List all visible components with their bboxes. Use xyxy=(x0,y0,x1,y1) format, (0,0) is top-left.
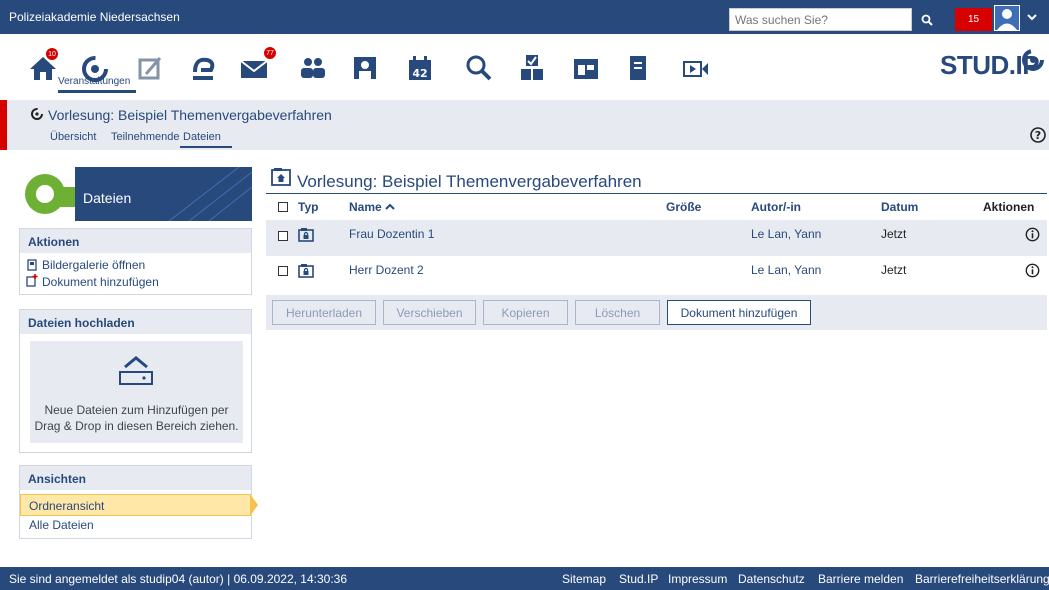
row-name[interactable]: Frau Dozentin 1 xyxy=(349,227,434,241)
footer-link-studip[interactable]: Stud.IP xyxy=(619,572,658,586)
add-document-link[interactable]: Dokument hinzufügen xyxy=(42,275,159,289)
active-view-arrow xyxy=(250,494,258,516)
table-top-border xyxy=(266,193,1047,194)
svg-text:?: ? xyxy=(1035,129,1041,142)
footer-link-sitemap[interactable]: Sitemap xyxy=(562,572,606,586)
folder-home-icon xyxy=(271,168,291,186)
upload-text-line-2: Drag & Drop in diesen Bereich ziehen. xyxy=(34,419,239,433)
row-checkbox[interactable] xyxy=(278,231,288,241)
sidebar-header-graphic xyxy=(19,167,252,221)
folder-title: Vorlesung: Beispiel Themenvergabeverfahr… xyxy=(297,172,642,191)
add-document-button[interactable]: Dokument hinzufügen xyxy=(667,300,811,325)
upload-text-line-1: Neue Dateien zum Hinzufügen per xyxy=(44,403,229,417)
sidebar-title: Dateien xyxy=(83,190,132,206)
select-all-checkbox[interactable] xyxy=(278,202,288,212)
move-button[interactable]: Verschieben xyxy=(383,300,476,325)
col-actions: Aktionen xyxy=(983,200,1035,214)
people-icon[interactable] xyxy=(297,52,329,84)
col-name[interactable]: Name xyxy=(349,200,382,214)
tab-files[interactable]: Dateien xyxy=(183,131,221,143)
row-author[interactable]: Le Lan, Yann xyxy=(751,263,821,277)
footer-link-impressum[interactable]: Impressum xyxy=(668,572,727,586)
actions-heading: Aktionen xyxy=(20,229,251,253)
upload-heading: Dateien hochladen xyxy=(20,310,251,334)
row-author[interactable]: Le Lan, Yann xyxy=(751,227,821,241)
calendar-icon[interactable]: 42 xyxy=(404,52,436,84)
calendar-day-number: 42 xyxy=(412,67,427,80)
locked-folder-icon xyxy=(298,228,314,242)
gallery-link[interactable]: Bildergalerie öffnen xyxy=(42,258,145,272)
help-icon[interactable]: ? xyxy=(1030,127,1046,143)
footer-link-report-barrier[interactable]: Barriere melden xyxy=(818,572,903,586)
context-marker xyxy=(0,100,7,150)
messages-badge: 77 xyxy=(263,46,277,60)
home-badge: 10 xyxy=(45,47,59,61)
delete-button[interactable]: Löschen xyxy=(575,300,660,325)
nav-label-courses[interactable]: Veranstaltungen xyxy=(58,76,130,87)
course-title: Vorlesung: Beispiel Themenvergabeverfahr… xyxy=(48,107,332,123)
col-type[interactable]: Typ xyxy=(298,200,318,214)
sort-ascending-icon[interactable] xyxy=(385,203,395,211)
upload-icon xyxy=(119,356,153,385)
col-author[interactable]: Autor/-in xyxy=(751,200,801,214)
col-date[interactable]: Datum xyxy=(881,200,918,214)
search-icon xyxy=(921,14,933,26)
course-icon xyxy=(31,108,43,120)
user-icon xyxy=(997,9,1017,30)
row-checkbox[interactable] xyxy=(278,266,288,276)
nav-active-indicator xyxy=(58,90,136,93)
avatar[interactable] xyxy=(994,5,1020,31)
col-size[interactable]: Größe xyxy=(666,200,701,214)
download-button[interactable]: Herunterladen xyxy=(272,300,376,325)
logo-mark-icon xyxy=(1022,49,1044,71)
site-title[interactable]: Polizeiakademie Niedersachsen xyxy=(9,10,180,24)
document-icon[interactable] xyxy=(622,52,654,84)
row-date: Jetzt xyxy=(881,263,907,277)
footer-link-accessibility[interactable]: Barrierefreiheitserklärung xyxy=(915,572,1049,586)
tab-overview[interactable]: Übersicht xyxy=(50,131,96,143)
chevron-down-icon[interactable] xyxy=(1026,12,1038,22)
profile-icon[interactable] xyxy=(349,52,381,84)
tab-participants[interactable]: Teilnehmende xyxy=(111,131,180,143)
notification-counter[interactable]: 15 xyxy=(955,8,992,31)
gallery-icon xyxy=(27,259,37,271)
upload-instructions: Neue Dateien zum Hinzufügen per Drag & D… xyxy=(30,402,243,434)
login-status: Sie sind angemeldet als studip04 (autor)… xyxy=(9,572,348,586)
row-name[interactable]: Herr Dozent 2 xyxy=(349,263,424,277)
footer: Sie sind angemeldet als studip04 (autor)… xyxy=(0,567,1049,590)
tab-active-indicator xyxy=(180,146,232,148)
add-document-icon xyxy=(26,274,38,287)
view-all-files[interactable]: Alle Dateien xyxy=(29,518,94,532)
row-date: Jetzt xyxy=(881,227,907,241)
copy-button[interactable]: Kopieren xyxy=(483,300,568,325)
layout-icon[interactable] xyxy=(570,52,602,84)
footer-link-privacy[interactable]: Datenschutz xyxy=(738,572,805,586)
search-input[interactable] xyxy=(729,8,912,31)
sidebar-header xyxy=(19,167,252,221)
tools-icon[interactable] xyxy=(516,52,548,84)
notebook-icon[interactable] xyxy=(134,52,166,84)
view-folder-label[interactable]: Ordneransicht xyxy=(29,499,104,513)
info-icon[interactable] xyxy=(1025,263,1040,278)
info-icon[interactable] xyxy=(1025,227,1040,242)
community-icon[interactable] xyxy=(187,52,219,84)
video-icon[interactable] xyxy=(680,52,712,84)
locked-folder-icon xyxy=(298,264,314,278)
views-heading: Ansichten xyxy=(20,466,251,490)
nav-search-icon[interactable] xyxy=(463,52,495,84)
search-button[interactable] xyxy=(913,8,940,31)
